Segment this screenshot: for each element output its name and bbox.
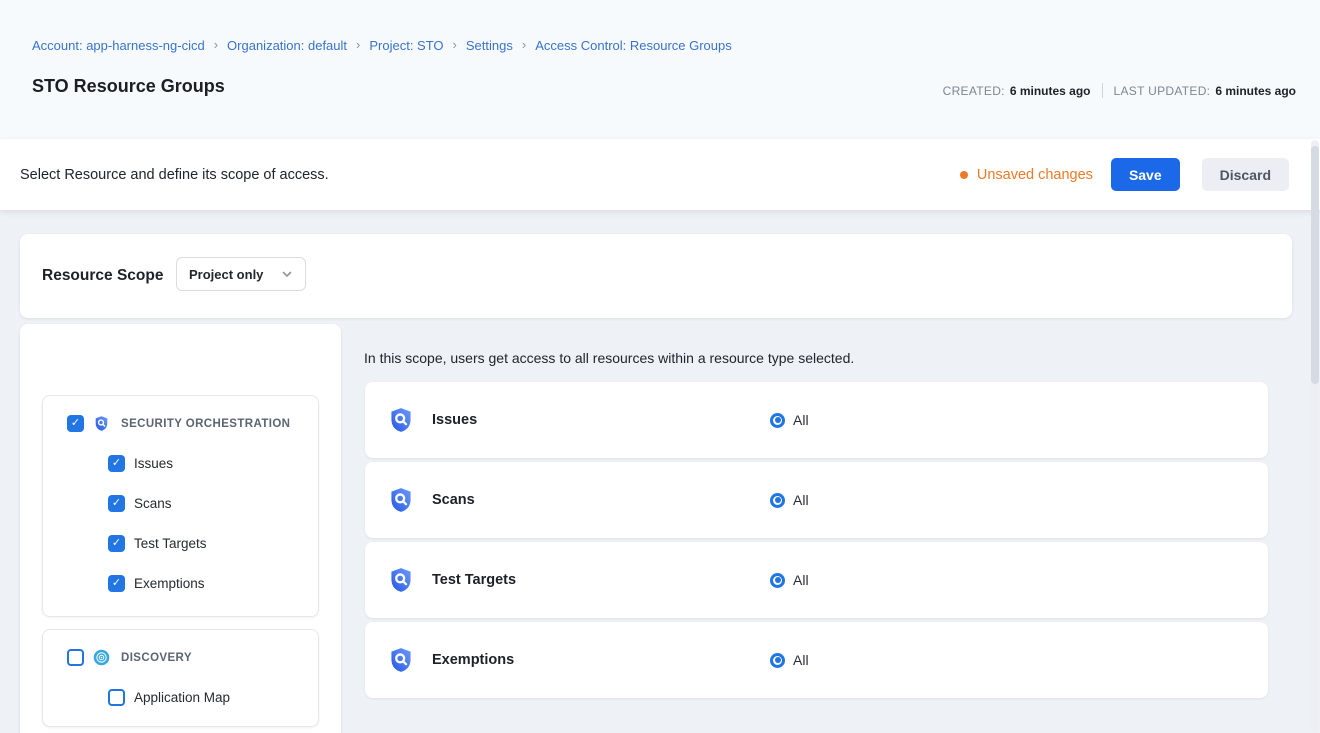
- access-all-option[interactable]: All: [770, 382, 809, 458]
- sto-shield-icon: [387, 406, 415, 434]
- discard-button[interactable]: Discard: [1202, 158, 1289, 191]
- resource-scope-label: Resource Scope: [42, 234, 163, 318]
- radio-selected-icon: [770, 413, 785, 428]
- created-value: 6 minutes ago: [1010, 84, 1091, 98]
- radio-selected-icon: [770, 653, 785, 668]
- scans-checkbox[interactable]: ✓: [108, 495, 125, 512]
- chevron-right-icon: ›: [453, 38, 457, 51]
- breadcrumb-account-link[interactable]: Account: app-harness-ng-cicd: [32, 38, 205, 53]
- toolbar-actions: Unsaved changes Save Discard: [960, 139, 1289, 210]
- check-icon: ✓: [112, 578, 121, 589]
- resource-row-label: Issues: [432, 412, 477, 428]
- resource-item-issues: ✓ Issues: [108, 455, 173, 472]
- resource-row-title: Scans: [387, 462, 475, 538]
- group-label: DISCOVERY: [121, 652, 192, 664]
- resource-row-label: Exemptions: [432, 652, 514, 668]
- sto-shield-icon: [387, 486, 415, 514]
- test-targets-checkbox[interactable]: ✓: [108, 535, 125, 552]
- resource-item-label: Application Map: [134, 690, 230, 705]
- resource-row-issues: Issues All: [365, 382, 1268, 458]
- access-all-label: All: [793, 412, 809, 428]
- resource-scope-select[interactable]: Project only: [176, 257, 306, 291]
- group-label: SECURITY ORCHESTRATION: [121, 418, 290, 430]
- resource-item-test-targets: ✓ Test Targets: [108, 535, 207, 552]
- access-all-option[interactable]: All: [770, 462, 809, 538]
- breadcrumb-settings-link[interactable]: Settings: [466, 38, 513, 53]
- resource-item-label: Issues: [134, 456, 173, 471]
- sto-shield-icon: [93, 415, 110, 432]
- access-all-label: All: [793, 492, 809, 508]
- resource-item-application-map: Application Map: [108, 689, 230, 706]
- chevron-right-icon: ›: [522, 38, 526, 51]
- access-all-option[interactable]: All: [770, 622, 809, 698]
- unsaved-changes-indicator: Unsaved changes: [960, 167, 1093, 183]
- created-updated-meta: CREATED: 6 minutes ago LAST UPDATED: 6 m…: [943, 83, 1296, 98]
- last-updated-label: LAST UPDATED:: [1114, 84, 1211, 98]
- group-discovery: DISCOVERY Application Map: [42, 629, 319, 727]
- toolbar-description: Select Resource and define its scope of …: [20, 139, 329, 210]
- discovery-icon: [93, 649, 110, 666]
- created-label: CREATED:: [943, 84, 1005, 98]
- action-toolbar: Select Resource and define its scope of …: [0, 139, 1320, 210]
- access-all-label: All: [793, 572, 809, 588]
- last-updated-value: 6 minutes ago: [1215, 84, 1296, 98]
- check-icon: ✓: [112, 458, 121, 469]
- resource-row-test-targets: Test Targets All: [365, 542, 1268, 618]
- resource-item-exemptions: ✓ Exemptions: [108, 575, 205, 592]
- radio-selected-icon: [770, 493, 785, 508]
- resource-row-exemptions: Exemptions All: [365, 622, 1268, 698]
- issues-checkbox[interactable]: ✓: [108, 455, 125, 472]
- resource-row-scans: Scans All: [365, 462, 1268, 538]
- access-all-label: All: [793, 652, 809, 668]
- chevron-down-icon: [281, 268, 293, 280]
- breadcrumb-project-link[interactable]: Project: STO: [369, 38, 443, 53]
- page-title: STO Resource Groups: [32, 76, 225, 97]
- divider: [1102, 83, 1103, 98]
- check-icon: ✓: [112, 498, 121, 509]
- resource-item-scans: ✓ Scans: [108, 495, 172, 512]
- resource-row-title: Test Targets: [387, 542, 516, 618]
- group-header-discovery: DISCOVERY: [67, 649, 192, 666]
- application-map-checkbox[interactable]: [108, 689, 125, 706]
- chevron-right-icon: ›: [356, 38, 360, 51]
- resource-scope-card: Resource Scope Project only: [20, 234, 1292, 318]
- page-header: Account: app-harness-ng-cicd › Organizat…: [0, 0, 1320, 139]
- chevron-right-icon: ›: [214, 38, 218, 51]
- breadcrumb: Account: app-harness-ng-cicd › Organizat…: [32, 38, 732, 53]
- radio-selected-icon: [770, 573, 785, 588]
- sto-shield-icon: [387, 566, 415, 594]
- unsaved-changes-label: Unsaved changes: [977, 167, 1093, 183]
- resource-row-label: Scans: [432, 492, 475, 508]
- check-icon: ✓: [71, 418, 80, 429]
- check-icon: ✓: [112, 538, 121, 549]
- scrollbar-thumb[interactable]: [1311, 146, 1319, 384]
- access-all-option[interactable]: All: [770, 542, 809, 618]
- resource-item-label: Scans: [134, 496, 172, 511]
- scope-description: In this scope, users get access to all r…: [364, 350, 854, 366]
- resource-row-label: Test Targets: [432, 572, 516, 588]
- resources-panel: Resources All Specified ✓: [20, 324, 341, 733]
- resource-item-label: Exemptions: [134, 576, 205, 591]
- group-security-orchestration: ✓ SECURITY ORCHESTRATION ✓ Issues ✓ Scan…: [42, 395, 319, 617]
- sto-shield-icon: [387, 646, 415, 674]
- exemptions-checkbox[interactable]: ✓: [108, 575, 125, 592]
- security-orchestration-checkbox[interactable]: ✓: [67, 415, 84, 432]
- group-header-security-orchestration: ✓ SECURITY ORCHESTRATION: [67, 415, 290, 432]
- resource-row-title: Exemptions: [387, 622, 514, 698]
- unsaved-dot-icon: [960, 171, 968, 179]
- resource-item-label: Test Targets: [134, 536, 207, 551]
- breadcrumb-resource-groups-link[interactable]: Access Control: Resource Groups: [535, 38, 732, 53]
- save-button[interactable]: Save: [1111, 158, 1180, 191]
- page: Account: app-harness-ng-cicd › Organizat…: [0, 0, 1320, 733]
- resource-scope-selected-value: Project only: [189, 267, 263, 282]
- breadcrumb-organization-link[interactable]: Organization: default: [227, 38, 347, 53]
- resource-row-title: Issues: [387, 382, 477, 458]
- discovery-checkbox[interactable]: [67, 649, 84, 666]
